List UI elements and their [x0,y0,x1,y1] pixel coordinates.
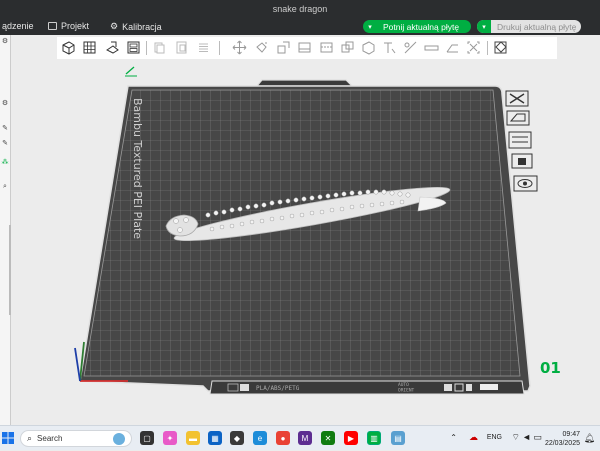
plate-number[interactable]: 01 [540,359,561,377]
cloud-icon[interactable]: ☁ [469,432,478,443]
windows-start-icon[interactable] [2,432,14,444]
task-view-icon[interactable]: ▢ [140,431,154,445]
youtube-icon[interactable]: ▶ [344,431,358,445]
plate-filament: PLA/ABS/PETG [256,385,300,392]
language-indicator[interactable]: ENG [487,434,502,441]
plate-grid [84,90,520,376]
battery-icon[interactable]: ▭ [533,432,542,443]
edge-icon[interactable]: e [253,431,267,445]
windows-taskbar: ⌕ Search ▢ ✦ ▬ ▦ ◆ e ● M ✕ ▶ ▥ ▤ ⌃ ☁ ENG… [0,425,600,450]
chevron-up-icon[interactable]: ⌃ [450,433,457,442]
copilot-icon[interactable]: ✦ [163,431,177,445]
wifi-icon[interactable]: ⌔ [512,432,520,443]
plate-color-swatch [480,384,498,390]
bambu-handy-icon[interactable]: ▥ [367,431,381,445]
taskbar-search[interactable]: ⌕ Search [20,430,132,447]
arrange-plate-icon[interactable] [506,110,530,126]
plate-handle [255,79,354,87]
clock-time: 09:47 [562,431,580,438]
search-highlight-icon [113,432,125,445]
plate-scene[interactable]: Bambu Textured PEI Plate PLA/ABS/PETG AU… [0,0,600,425]
plate-tools [505,90,538,192]
plate-badge-orient: ORIENT [398,388,415,394]
volume-icon[interactable]: ◄ [522,432,531,442]
xbox-icon[interactable]: ✕ [321,431,335,445]
store-icon[interactable]: ▦ [208,431,222,445]
notepad-icon[interactable]: ▤ [391,431,405,445]
clock[interactable]: 09:47 22/03/2025 [545,430,580,448]
chrome-icon[interactable]: ● [276,431,290,445]
close-icon[interactable] [509,93,525,104]
search-icon: ⌕ [27,433,33,443]
search-placeholder: Search [37,434,63,443]
bambu-studio-icon[interactable]: ◆ [230,431,244,445]
plate-settings-icon[interactable] [508,131,532,149]
plate-badge-auto: AUTO [398,382,409,388]
lock-icon[interactable] [444,384,452,391]
file-explorer-icon[interactable]: ▬ [186,431,200,445]
edit-plate-name-icon[interactable] [125,66,137,77]
trash-icon[interactable] [466,384,472,391]
filament-icon [240,384,249,391]
clock-date: 22/03/2025 [544,440,580,447]
app-icon[interactable]: M [298,431,312,445]
plate-name: Bambu Textured PEI Plate [131,98,144,239]
notification-bell-icon[interactable]: 🔔︎ [584,433,595,444]
